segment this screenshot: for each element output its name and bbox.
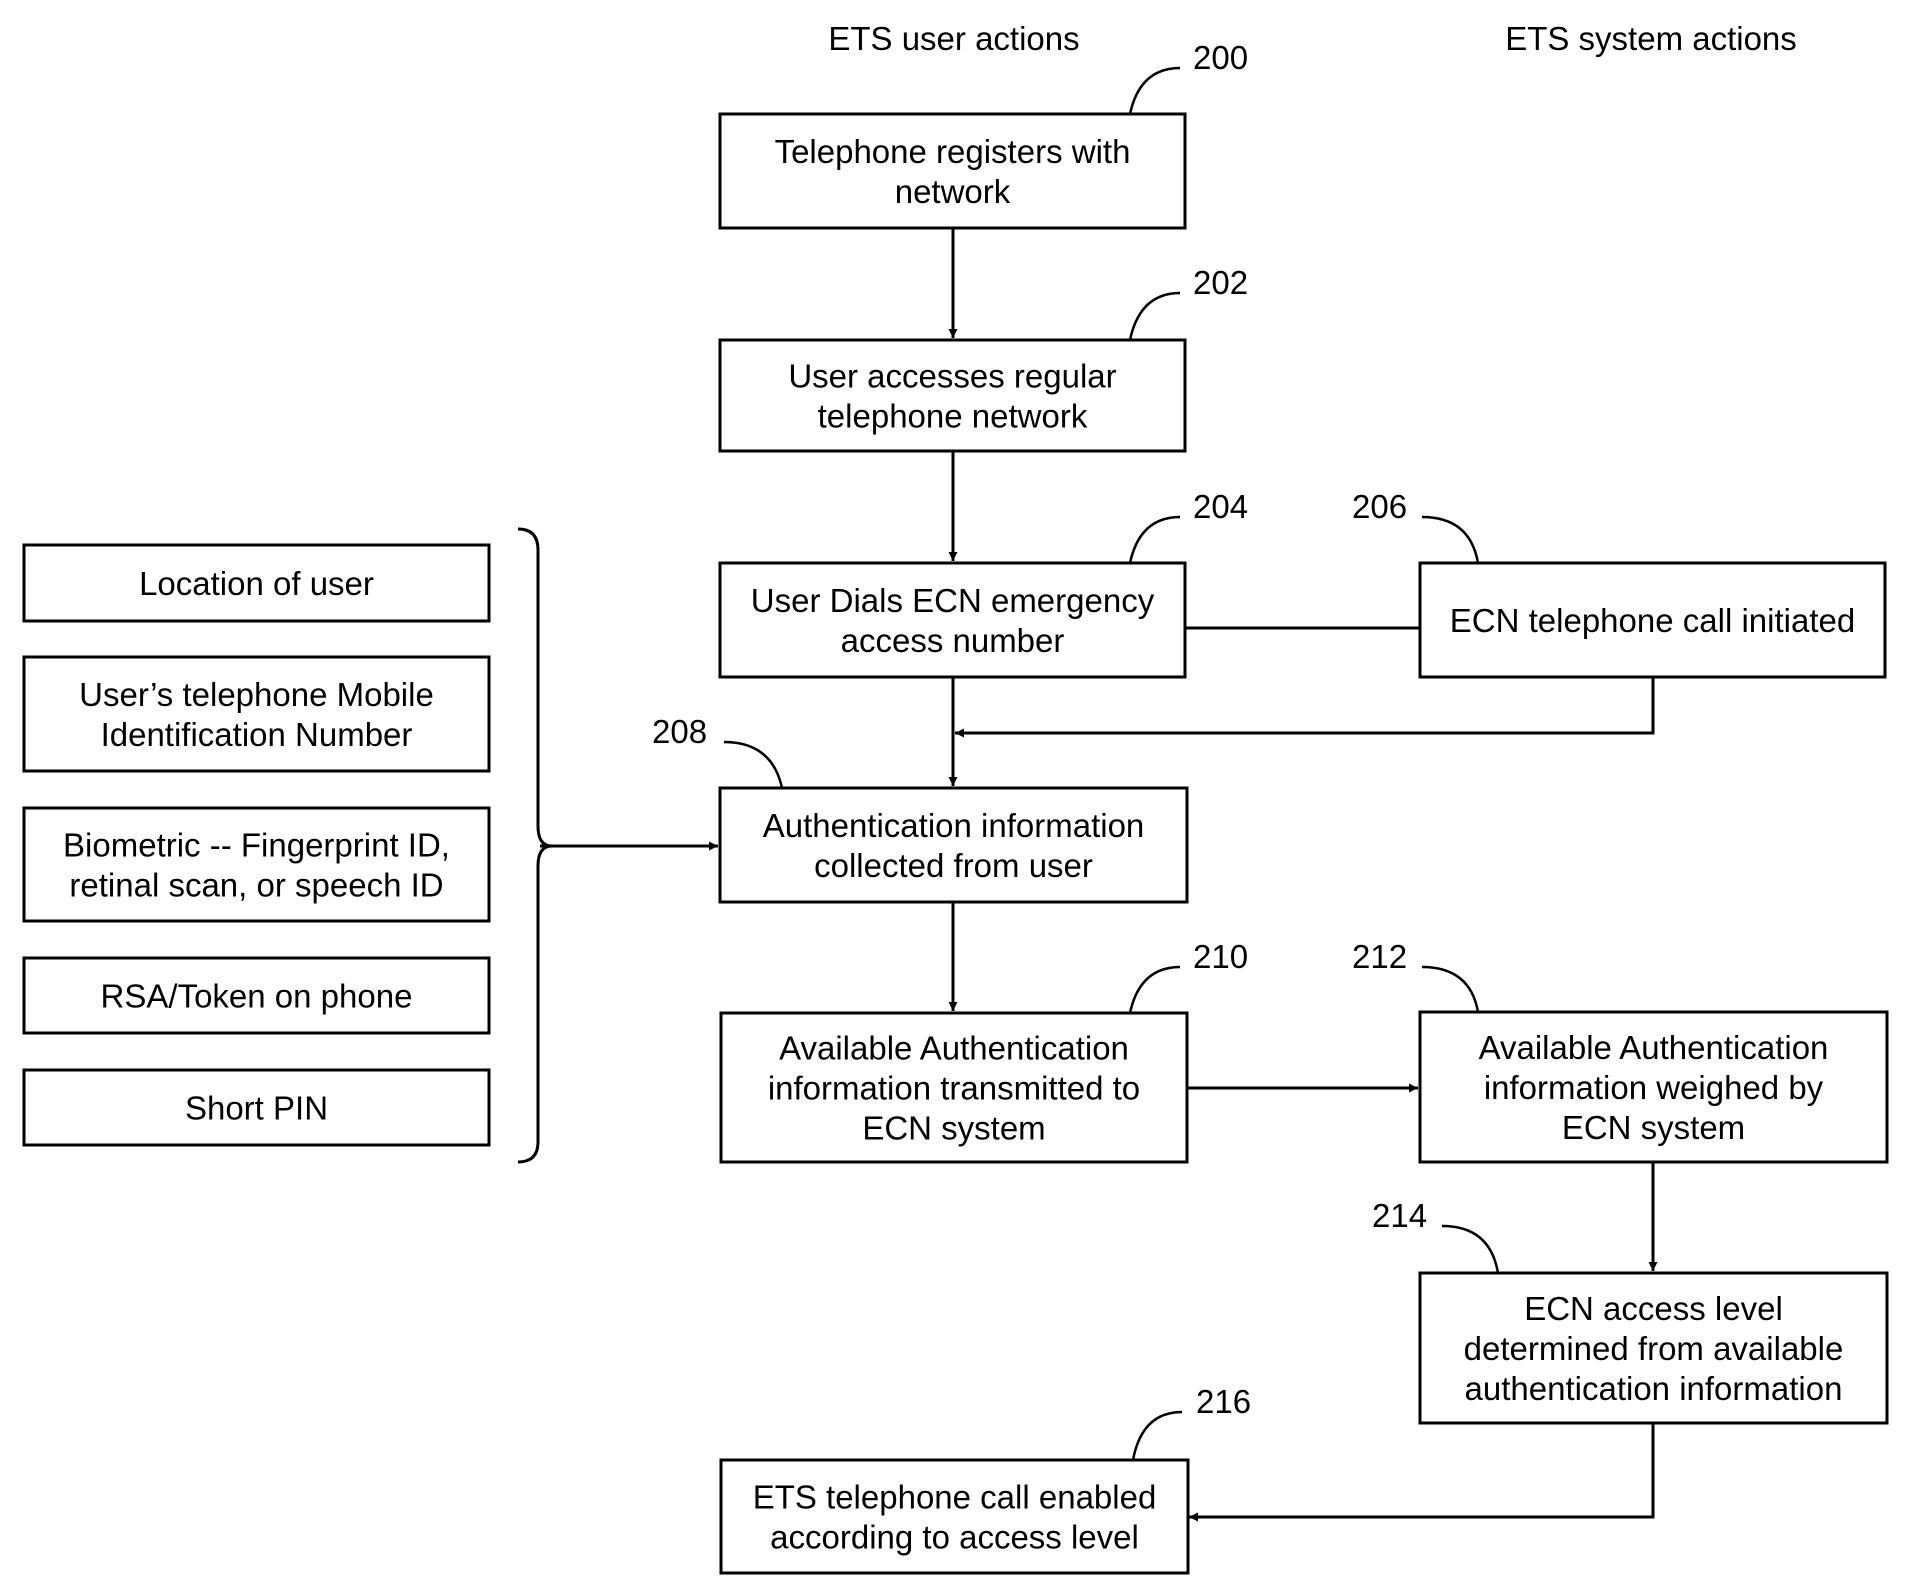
leader-214 xyxy=(1441,1224,1500,1274)
ref-202: 202 xyxy=(1193,264,1248,301)
box-text-line: User’s telephone Mobile xyxy=(79,676,434,713)
box-text-line: ECN system xyxy=(1562,1109,1745,1146)
step-212: Available Authenticationinformation weig… xyxy=(1418,1010,1889,1164)
ref-208: 208 xyxy=(652,713,707,750)
flow-diagram: ETS user actions ETS system actions 200 … xyxy=(22,20,1889,1575)
ref-214: 214 xyxy=(1372,1197,1427,1234)
arrow-214-to-216 xyxy=(1189,1423,1655,1522)
box-text-line: access number xyxy=(841,622,1065,659)
box-text-line: retinal scan, or speech ID xyxy=(69,867,443,904)
header-user-actions: ETS user actions xyxy=(828,20,1079,57)
box-text-line: Available Authentication xyxy=(1479,1029,1829,1066)
box-text-line: User accesses regular xyxy=(788,358,1116,395)
step-214: ECN access leveldetermined from availabl… xyxy=(1418,1271,1889,1425)
arrow-206-to-208 xyxy=(955,677,1655,738)
box-text-line: Available Authentication xyxy=(779,1030,1129,1067)
box-frame xyxy=(718,561,1187,679)
ref-216: 216 xyxy=(1196,1383,1251,1420)
ref-204: 204 xyxy=(1193,488,1248,525)
box-text-line: determined from available xyxy=(1464,1330,1844,1367)
box-text-line: ETS telephone call enabled xyxy=(753,1479,1157,1516)
step-210: Available Authenticationinformation tran… xyxy=(719,1011,1189,1164)
box-text-line: Short PIN xyxy=(185,1090,328,1127)
box-frame xyxy=(22,806,491,923)
box-text-line: User Dials ECN emergency xyxy=(751,582,1155,619)
box-text-line: RSA/Token on phone xyxy=(101,978,413,1015)
box-text-line: collected from user xyxy=(814,847,1093,884)
step-202: User accesses regulartelephone network xyxy=(718,338,1187,453)
box-text-line: network xyxy=(895,173,1011,210)
box-text-line: ECN access level xyxy=(1524,1290,1783,1327)
auth-source-rsa-token: RSA/Token on phone xyxy=(22,956,491,1035)
box-text-line: information transmitted to xyxy=(768,1070,1140,1107)
box-text-line: Authentication information xyxy=(763,807,1145,844)
box-text-line: ECN system xyxy=(862,1110,1045,1147)
ref-206: 206 xyxy=(1352,488,1407,525)
ref-leaders xyxy=(723,66,1500,1461)
box-text-line: Identification Number xyxy=(101,716,413,753)
leader-204 xyxy=(1128,515,1181,564)
box-text-line: authentication information xyxy=(1465,1370,1843,1407)
box-text-line: telephone network xyxy=(818,398,1088,435)
leader-212 xyxy=(1421,965,1480,1013)
step-204: User Dials ECN emergencyaccess number xyxy=(718,561,1187,679)
step-208: Authentication informationcollected from… xyxy=(718,786,1189,904)
box-frame xyxy=(718,112,1187,230)
box-text-line: ECN telephone call initiated xyxy=(1450,602,1855,639)
auth-source-min: User’s telephone MobileIdentification Nu… xyxy=(22,655,491,773)
leader-216 xyxy=(1131,1410,1183,1461)
box-text-line: Telephone registers with xyxy=(775,133,1131,170)
box-frame xyxy=(22,655,491,773)
step-216: ETS telephone call enabledaccording to a… xyxy=(719,1458,1190,1575)
ref-200: 200 xyxy=(1193,39,1248,76)
auth-source-biometric: Biometric -- Fingerprint ID,retinal scan… xyxy=(22,806,491,923)
ref-210: 210 xyxy=(1193,938,1248,975)
auth-source-short-pin: Short PIN xyxy=(22,1068,491,1147)
box-text-line: Location of user xyxy=(139,565,374,602)
box-frame xyxy=(719,1458,1190,1575)
box-text-line: information weighed by xyxy=(1484,1069,1824,1106)
brace xyxy=(517,527,553,1164)
box-text-line: according to access level xyxy=(770,1519,1139,1556)
step-206: ECN telephone call initiated xyxy=(1418,561,1887,679)
leader-202 xyxy=(1128,291,1181,341)
leader-210 xyxy=(1128,965,1181,1014)
leader-200 xyxy=(1128,66,1181,115)
header-system-actions: ETS system actions xyxy=(1505,20,1797,57)
auth-source-location: Location of user xyxy=(22,543,491,623)
box-text-line: Biometric -- Fingerprint ID, xyxy=(63,827,450,864)
box-frame xyxy=(718,786,1189,904)
ref-212: 212 xyxy=(1352,938,1407,975)
leader-208 xyxy=(723,740,784,789)
leader-206 xyxy=(1421,515,1480,564)
step-200: Telephone registers withnetwork xyxy=(718,112,1187,230)
